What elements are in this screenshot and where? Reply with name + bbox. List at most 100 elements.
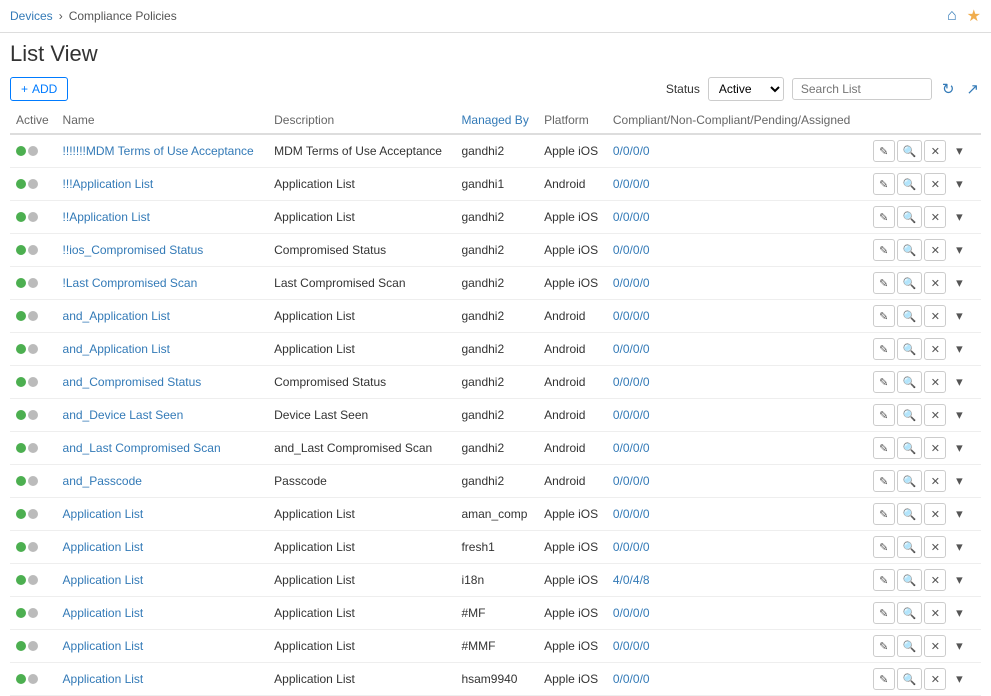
compliant-link[interactable]: 0/0/0/0 <box>613 540 650 554</box>
view-button[interactable]: 🔍 <box>897 437 923 459</box>
compliant-link[interactable]: 0/0/0/0 <box>613 639 650 653</box>
name-link[interactable]: Application List <box>63 573 144 587</box>
more-button[interactable]: ▾ <box>948 338 970 360</box>
edit-button[interactable]: ✎ <box>873 602 895 624</box>
name-link[interactable]: Application List <box>63 672 144 686</box>
view-button[interactable]: 🔍 <box>897 635 923 657</box>
name-link[interactable]: Application List <box>63 540 144 554</box>
edit-button[interactable]: ✎ <box>873 338 895 360</box>
delete-button[interactable]: ✕ <box>924 173 946 195</box>
name-link[interactable]: Application List <box>63 507 144 521</box>
compliant-link[interactable]: 0/0/0/0 <box>613 144 650 158</box>
compliant-link[interactable]: 0/0/0/0 <box>613 507 650 521</box>
compliant-link[interactable]: 0/0/0/0 <box>613 672 650 686</box>
edit-button[interactable]: ✎ <box>873 206 895 228</box>
edit-button[interactable]: ✎ <box>873 140 895 162</box>
more-button[interactable]: ▾ <box>948 536 970 558</box>
add-button[interactable]: + ADD <box>10 77 68 101</box>
name-link[interactable]: Application List <box>63 606 144 620</box>
delete-button[interactable]: ✕ <box>924 536 946 558</box>
compliant-link[interactable]: 0/0/0/0 <box>613 342 650 356</box>
compliant-link[interactable]: 0/0/0/0 <box>613 375 650 389</box>
view-button[interactable]: 🔍 <box>897 602 923 624</box>
more-button[interactable]: ▾ <box>948 602 970 624</box>
more-button[interactable]: ▾ <box>948 206 970 228</box>
delete-button[interactable]: ✕ <box>924 239 946 261</box>
delete-button[interactable]: ✕ <box>924 635 946 657</box>
breadcrumb-devices[interactable]: Devices <box>10 9 53 23</box>
view-button[interactable]: 🔍 <box>897 569 923 591</box>
view-button[interactable]: 🔍 <box>897 173 923 195</box>
edit-button[interactable]: ✎ <box>873 569 895 591</box>
more-button[interactable]: ▾ <box>948 503 970 525</box>
edit-button[interactable]: ✎ <box>873 272 895 294</box>
home-icon[interactable]: ⌂ <box>947 7 957 25</box>
more-button[interactable]: ▾ <box>948 470 970 492</box>
name-link[interactable]: !!!Application List <box>63 177 154 191</box>
view-button[interactable]: 🔍 <box>897 503 923 525</box>
more-button[interactable]: ▾ <box>948 569 970 591</box>
view-button[interactable]: 🔍 <box>897 239 923 261</box>
delete-button[interactable]: ✕ <box>924 470 946 492</box>
view-button[interactable]: 🔍 <box>897 272 923 294</box>
more-button[interactable]: ▾ <box>948 239 970 261</box>
edit-button[interactable]: ✎ <box>873 668 895 690</box>
delete-button[interactable]: ✕ <box>924 569 946 591</box>
compliant-link[interactable]: 0/0/0/0 <box>613 309 650 323</box>
view-button[interactable]: 🔍 <box>897 338 923 360</box>
delete-button[interactable]: ✕ <box>924 305 946 327</box>
delete-button[interactable]: ✕ <box>924 602 946 624</box>
compliant-link[interactable]: 0/0/0/0 <box>613 210 650 224</box>
delete-button[interactable]: ✕ <box>924 404 946 426</box>
view-button[interactable]: 🔍 <box>897 140 923 162</box>
view-button[interactable]: 🔍 <box>897 668 923 690</box>
search-input[interactable] <box>792 78 932 100</box>
compliant-link[interactable]: 0/0/0/0 <box>613 474 650 488</box>
star-icon[interactable]: ★ <box>967 6 981 26</box>
status-select[interactable]: Active Inactive All <box>708 77 784 101</box>
more-button[interactable]: ▾ <box>948 173 970 195</box>
view-button[interactable]: 🔍 <box>897 305 923 327</box>
delete-button[interactable]: ✕ <box>924 668 946 690</box>
delete-button[interactable]: ✕ <box>924 272 946 294</box>
more-button[interactable]: ▾ <box>948 404 970 426</box>
compliant-link[interactable]: 0/0/0/0 <box>613 408 650 422</box>
more-button[interactable]: ▾ <box>948 272 970 294</box>
name-link[interactable]: and_Compromised Status <box>63 375 202 389</box>
export-button[interactable]: ↗ <box>964 78 981 100</box>
edit-button[interactable]: ✎ <box>873 470 895 492</box>
delete-button[interactable]: ✕ <box>924 437 946 459</box>
compliant-link[interactable]: 0/0/0/0 <box>613 177 650 191</box>
name-link[interactable]: !Last Compromised Scan <box>63 276 198 290</box>
name-link[interactable]: and_Application List <box>63 342 170 356</box>
refresh-button[interactable]: ↻ <box>940 78 957 100</box>
compliant-link[interactable]: 0/0/0/0 <box>613 606 650 620</box>
more-button[interactable]: ▾ <box>948 371 970 393</box>
delete-button[interactable]: ✕ <box>924 206 946 228</box>
delete-button[interactable]: ✕ <box>924 371 946 393</box>
more-button[interactable]: ▾ <box>948 140 970 162</box>
more-button[interactable]: ▾ <box>948 437 970 459</box>
edit-button[interactable]: ✎ <box>873 503 895 525</box>
edit-button[interactable]: ✎ <box>873 404 895 426</box>
delete-button[interactable]: ✕ <box>924 338 946 360</box>
compliant-link[interactable]: 0/0/0/0 <box>613 243 650 257</box>
edit-button[interactable]: ✎ <box>873 536 895 558</box>
more-button[interactable]: ▾ <box>948 635 970 657</box>
edit-button[interactable]: ✎ <box>873 305 895 327</box>
edit-button[interactable]: ✎ <box>873 239 895 261</box>
delete-button[interactable]: ✕ <box>924 503 946 525</box>
compliant-link[interactable]: 0/0/0/0 <box>613 441 650 455</box>
name-link[interactable]: and_Application List <box>63 309 170 323</box>
compliant-link[interactable]: 4/0/4/8 <box>613 573 650 587</box>
edit-button[interactable]: ✎ <box>873 371 895 393</box>
edit-button[interactable]: ✎ <box>873 635 895 657</box>
view-button[interactable]: 🔍 <box>897 536 923 558</box>
view-button[interactable]: 🔍 <box>897 470 923 492</box>
name-link[interactable]: and_Passcode <box>63 474 142 488</box>
name-link[interactable]: and_Last Compromised Scan <box>63 441 221 455</box>
name-link[interactable]: !!!!!!!MDM Terms of Use Acceptance <box>63 144 254 158</box>
edit-button[interactable]: ✎ <box>873 173 895 195</box>
name-link[interactable]: !!ios_Compromised Status <box>63 243 204 257</box>
name-link[interactable]: !!Application List <box>63 210 150 224</box>
